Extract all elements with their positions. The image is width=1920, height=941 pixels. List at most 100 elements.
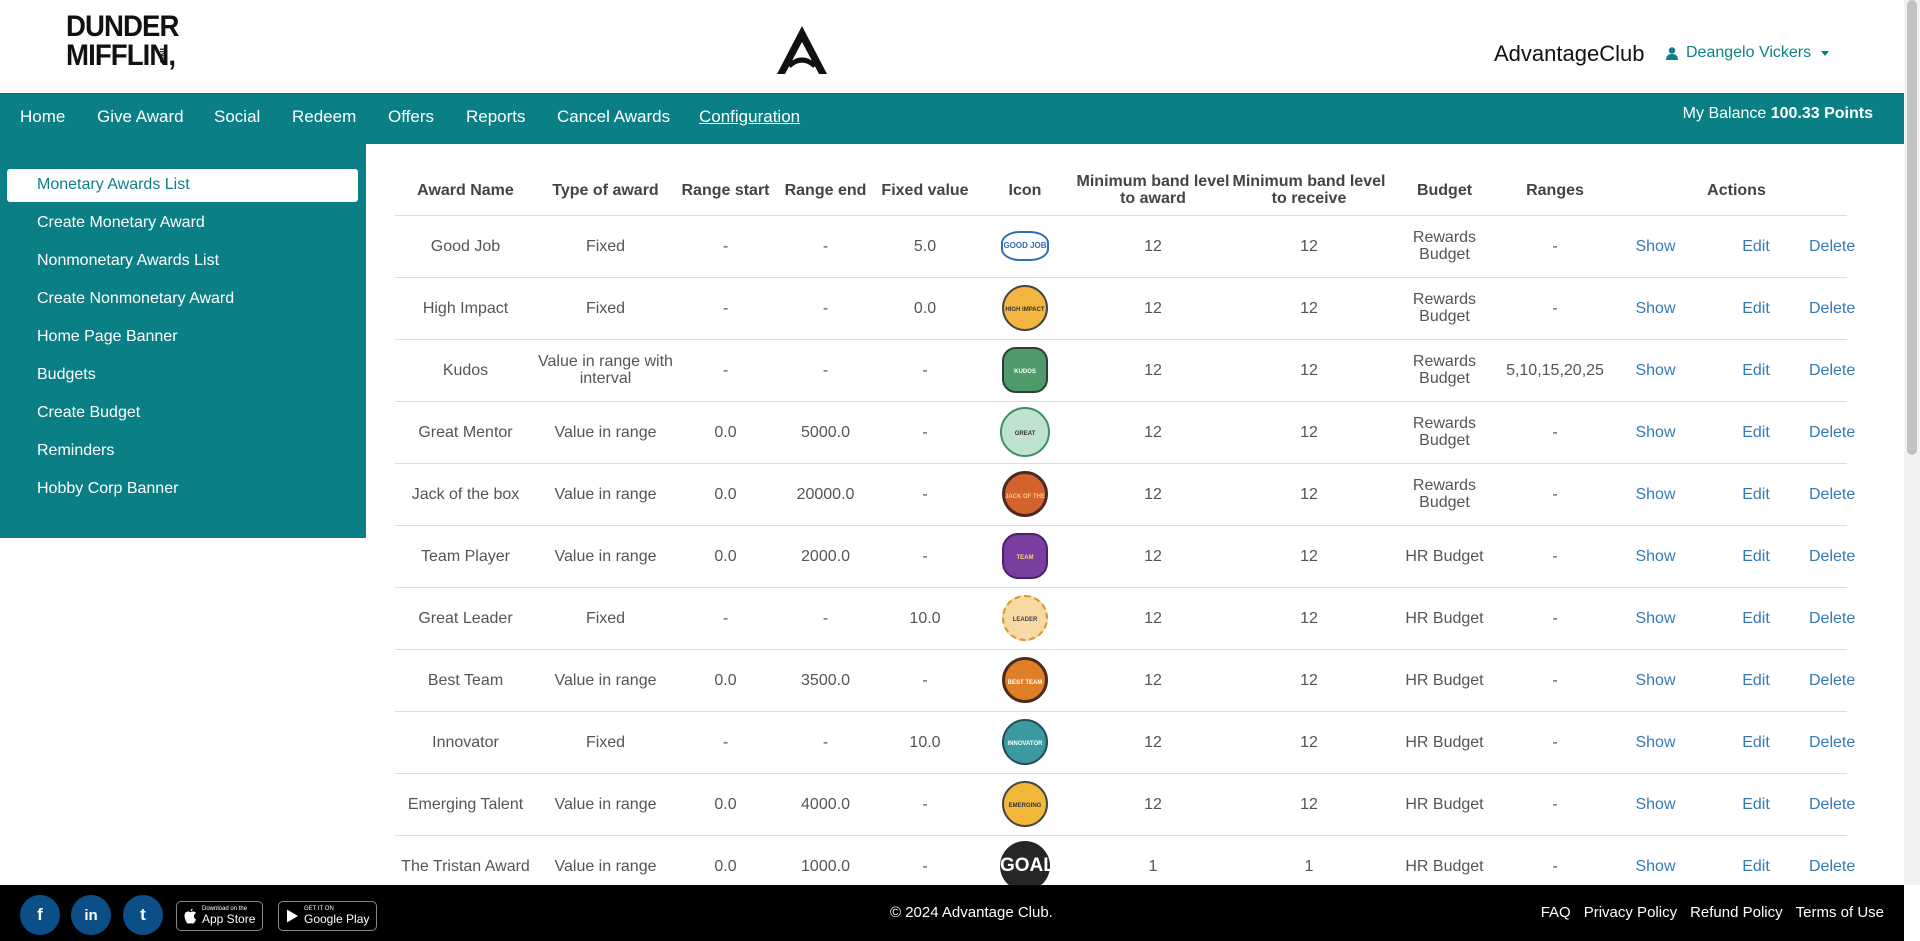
cell-award-name: Good Job	[395, 215, 536, 278]
sidebar-item-reminders[interactable]: Reminders	[37, 442, 114, 460]
cell-range-start: 0.0	[675, 463, 776, 526]
dunder-mifflin-logo[interactable]: DUNDER MIFFLIN, INC	[66, 12, 179, 74]
sidebar-item-create-monetary-award[interactable]: Create Monetary Award	[37, 214, 205, 232]
header-range-end: Range end	[776, 166, 875, 216]
footer-link-refund-policy[interactable]: Refund Policy	[1690, 904, 1783, 921]
cell-min-band-receive: 12	[1231, 463, 1387, 526]
cell-min-band-receive: 12	[1231, 401, 1387, 464]
cell-budget: HR Budget	[1387, 711, 1502, 774]
cell-icon: JACK OF THE BOX	[975, 463, 1075, 546]
show-link[interactable]: Show	[1635, 548, 1675, 565]
edit-link[interactable]: Edit	[1742, 672, 1770, 689]
footer-link-privacy-policy[interactable]: Privacy Policy	[1584, 904, 1677, 921]
nav-cancel-awards[interactable]: Cancel Awards	[557, 107, 670, 127]
delete-link[interactable]: Delete	[1809, 796, 1855, 813]
delete-link[interactable]: Delete	[1809, 424, 1855, 441]
cell-type-of-award: Value in range	[536, 773, 675, 836]
copyright-text: © 2024 Advantage Club.	[890, 904, 1053, 921]
nav-offers[interactable]: Offers	[388, 107, 434, 127]
cell-min-band-award: 12	[1075, 401, 1231, 464]
edit-link[interactable]: Edit	[1742, 796, 1770, 813]
sidebar-item-nonmonetary-awards-list[interactable]: Nonmonetary Awards List	[37, 252, 219, 270]
edit-link[interactable]: Edit	[1742, 734, 1770, 751]
show-link[interactable]: Show	[1635, 362, 1675, 379]
cell-range-end: -	[776, 587, 875, 650]
show-link[interactable]: Show	[1635, 486, 1675, 503]
scrollbar-thumb[interactable]	[1907, 0, 1917, 455]
delete-link[interactable]: Delete	[1809, 238, 1855, 255]
show-link[interactable]: Show	[1635, 734, 1675, 751]
google-play-button[interactable]: GET IT ON Google Play	[278, 901, 378, 931]
sidebar-item-home-page-banner[interactable]: Home Page Banner	[37, 328, 178, 346]
cell-action-edit: Edit	[1703, 525, 1809, 588]
edit-link[interactable]: Edit	[1742, 858, 1770, 875]
sidebar-item-monetary-awards-list[interactable]: Monetary Awards List	[7, 169, 358, 202]
cell-type-of-award: Value in range	[536, 525, 675, 588]
show-link[interactable]: Show	[1635, 610, 1675, 627]
cell-award-name: Great Mentor	[395, 401, 536, 464]
page-scrollbar[interactable]	[1904, 0, 1920, 885]
twitter-icon[interactable]: t	[123, 895, 163, 935]
app-store-button[interactable]: Download on the App Store	[176, 901, 264, 931]
cell-ranges: -	[1502, 711, 1608, 774]
nav-configuration[interactable]: Configuration	[699, 107, 800, 127]
delete-link[interactable]: Delete	[1809, 610, 1855, 627]
delete-link[interactable]: Delete	[1809, 300, 1855, 317]
delete-link[interactable]: Delete	[1809, 858, 1855, 875]
cell-min-band-award: 12	[1075, 463, 1231, 526]
edit-link[interactable]: Edit	[1742, 486, 1770, 503]
delete-link[interactable]: Delete	[1809, 734, 1855, 751]
facebook-icon[interactable]: f	[20, 895, 60, 935]
edit-link[interactable]: Edit	[1742, 548, 1770, 565]
cell-action-edit: Edit	[1703, 711, 1809, 774]
main-navbar: Home Give Award Social Redeem Offers Rep…	[0, 93, 1904, 144]
brand-name: AdvantageClub	[1494, 41, 1645, 66]
cell-type-of-award: Value in range	[536, 649, 675, 712]
cell-action-delete: Delete	[1809, 215, 1855, 278]
cell-action-delete: Delete	[1809, 339, 1855, 402]
delete-link[interactable]: Delete	[1809, 672, 1855, 689]
show-link[interactable]: Show	[1635, 672, 1675, 689]
table-row: Innovator Fixed - -10.0 INNOVATOR 12 12 HR Budg…	[395, 711, 1855, 774]
cell-min-band-award: 12	[1075, 215, 1231, 278]
show-link[interactable]: Show	[1635, 238, 1675, 255]
nav-reports[interactable]: Reports	[466, 107, 526, 127]
show-link[interactable]: Show	[1635, 424, 1675, 441]
footer: f in t Download on the App Store GET IT O…	[0, 885, 1904, 941]
sidebar-item-create-nonmonetary-award[interactable]: Create Nonmonetary Award	[37, 290, 234, 308]
edit-link[interactable]: Edit	[1742, 424, 1770, 441]
edit-link[interactable]: Edit	[1742, 610, 1770, 627]
show-link[interactable]: Show	[1635, 858, 1675, 875]
header-type-of-award: Type of award	[536, 166, 675, 216]
delete-link[interactable]: Delete	[1809, 486, 1855, 503]
delete-link[interactable]: Delete	[1809, 548, 1855, 565]
show-link[interactable]: Show	[1635, 300, 1675, 317]
edit-link[interactable]: Edit	[1742, 238, 1770, 255]
nav-redeem[interactable]: Redeem	[292, 107, 356, 127]
delete-link[interactable]: Delete	[1809, 362, 1855, 379]
sidebar-item-hobby-corp-banner[interactable]: Hobby Corp Banner	[37, 480, 178, 498]
cell-range-end: -	[776, 277, 875, 340]
user-menu-dropdown[interactable]: Deangelo Vickers	[1666, 44, 1830, 62]
sidebar-item-budgets[interactable]: Budgets	[37, 366, 96, 384]
cell-budget: HR Budget	[1387, 587, 1502, 650]
cell-type-of-award: Fixed	[536, 587, 675, 650]
cell-award-name: High Impact	[395, 277, 536, 340]
nav-social[interactable]: Social	[214, 107, 260, 127]
cell-range-start: -	[675, 711, 776, 774]
sidebar-item-create-budget[interactable]: Create Budget	[37, 404, 140, 422]
cell-type-of-award: Value in range	[536, 463, 675, 526]
nav-home[interactable]: Home	[20, 107, 65, 127]
good-job-badge-icon: GOOD JOB	[1001, 231, 1049, 261]
cell-min-band-award: 12	[1075, 773, 1231, 836]
show-link[interactable]: Show	[1635, 796, 1675, 813]
cell-action-edit: Edit	[1703, 277, 1809, 340]
edit-link[interactable]: Edit	[1742, 300, 1770, 317]
cell-min-band-receive: 12	[1231, 339, 1387, 402]
edit-link[interactable]: Edit	[1742, 362, 1770, 379]
jack-of-the-box-badge-icon: JACK OF THE BOX	[1002, 471, 1048, 546]
nav-give-award[interactable]: Give Award	[97, 107, 184, 127]
footer-link-faq[interactable]: FAQ	[1541, 904, 1571, 921]
linkedin-icon[interactable]: in	[71, 895, 111, 935]
footer-link-terms-of-use[interactable]: Terms of Use	[1796, 904, 1884, 921]
